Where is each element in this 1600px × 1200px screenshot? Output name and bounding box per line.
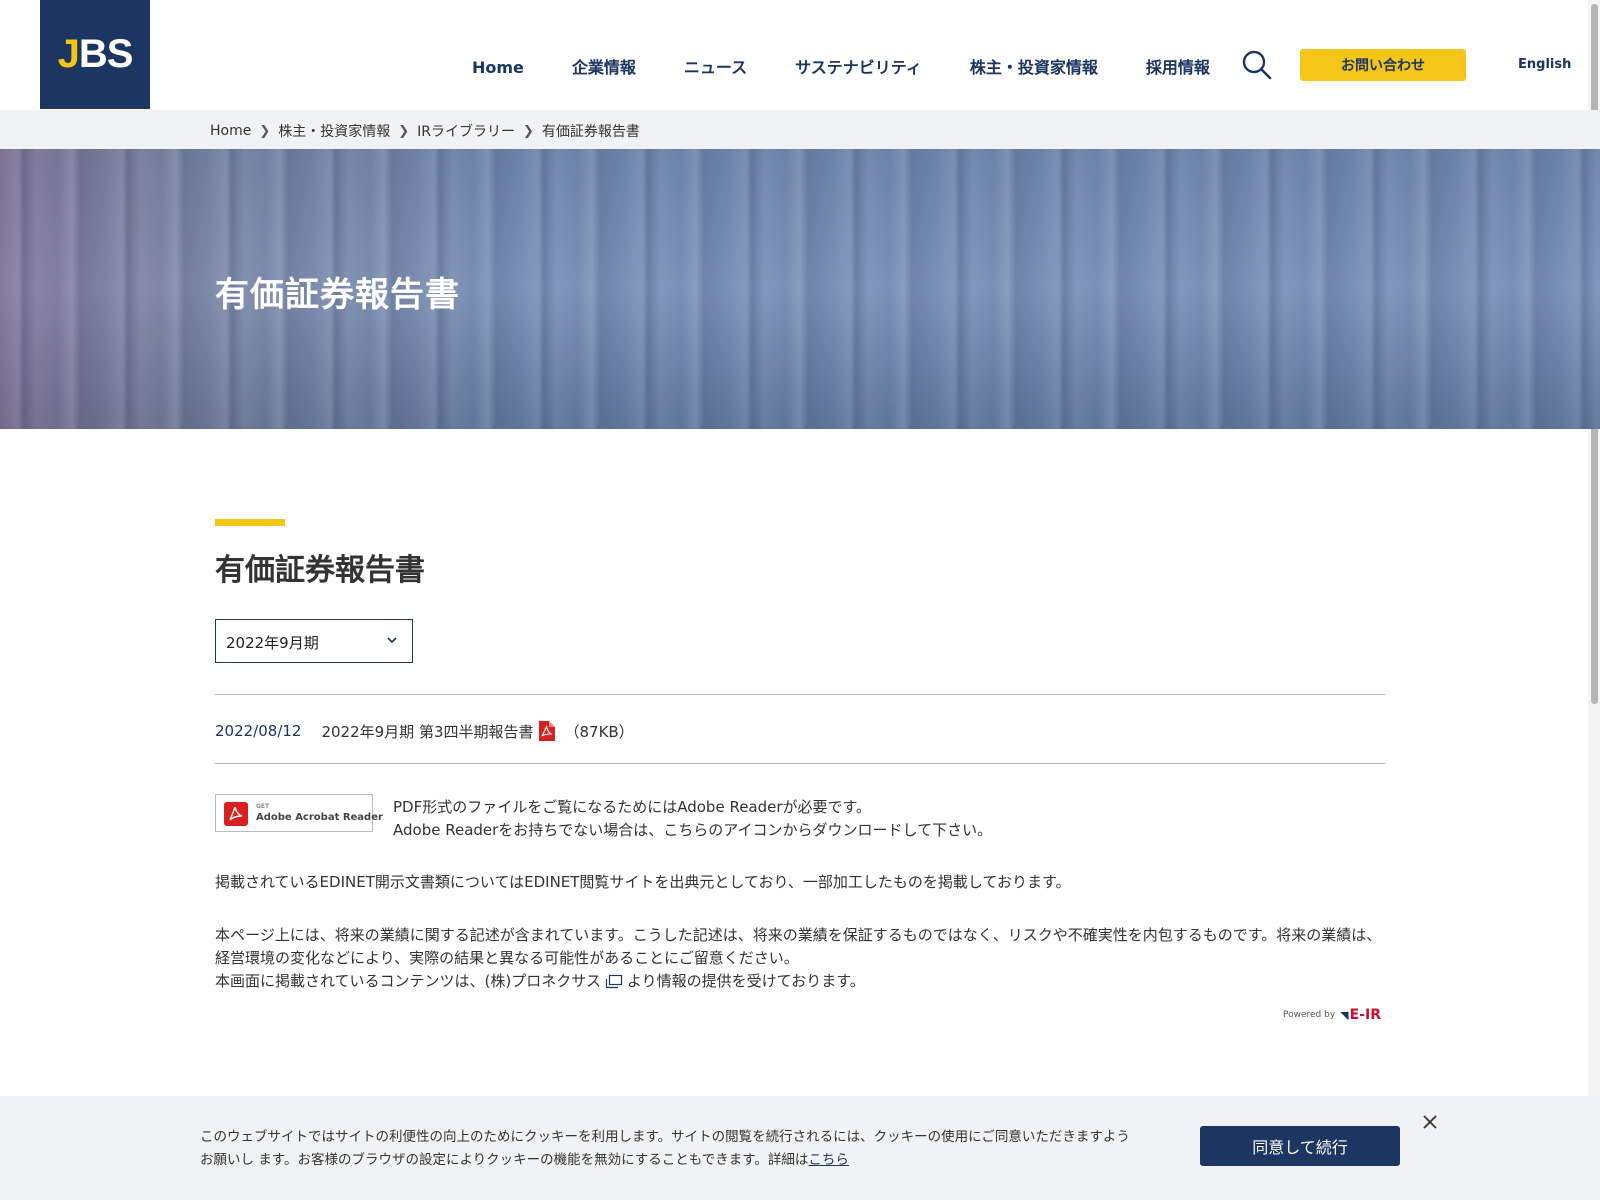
- cookie-details-link[interactable]: こちら: [808, 1152, 849, 1168]
- disclaimer: 本ページ上には、将来の業績に関する記述が含まれています。こうした記述は、将来の業…: [215, 924, 1385, 993]
- agree-continue-button[interactable]: 同意して続行: [1200, 1126, 1400, 1166]
- report-file-size: （87KB）: [564, 722, 634, 741]
- breadcrumb-ir-library[interactable]: IRライブラリー: [417, 121, 515, 141]
- chevron-right-icon: ❯: [259, 123, 271, 139]
- nav-home[interactable]: Home: [472, 58, 524, 78]
- adobe-reader-download-badge[interactable]: GET Adobe Acrobat Reader: [215, 794, 383, 832]
- chevron-right-icon: ❯: [398, 123, 410, 139]
- nav-sustainability[interactable]: サステナビリティ: [795, 58, 922, 78]
- close-icon[interactable]: [1421, 1113, 1439, 1131]
- cookie-message-text: このウェブサイトではサイトの利便性の向上のためにクッキーを利用します。サイトの閲…: [200, 1129, 1130, 1168]
- pdf-reader-note: PDF形式のファイルをご覧になるためにはAdobe Readerが必要です。 A…: [393, 796, 1293, 842]
- contact-button[interactable]: お問い合わせ: [1300, 49, 1466, 81]
- period-select-value: 2022年9月期: [226, 634, 319, 652]
- disclaimer-content-provided: より情報の提供を受けております。: [626, 972, 865, 990]
- disclaimer-content-source: 本画面に掲載されているコンテンツは、(株)プロネクサス: [215, 972, 601, 990]
- period-select[interactable]: 2022年9月期: [215, 619, 413, 663]
- pdf-note-line-2: Adobe Readerをお持ちでない場合は、こちらのアイコンからダウンロードし…: [393, 821, 993, 839]
- language-english-link[interactable]: English: [1518, 57, 1571, 72]
- eir-logo: E-IR: [1349, 1007, 1382, 1023]
- divider-bottom: [215, 763, 1385, 764]
- logo-j: J: [57, 32, 80, 76]
- nav-news[interactable]: ニュース: [684, 58, 747, 78]
- jbs-logo[interactable]: JBS: [40, 0, 150, 109]
- breadcrumb-bar: Home ❯ 株主・投資家情報 ❯ IRライブラリー ❯ 有価証券報告書: [0, 110, 1600, 150]
- breadcrumb: Home ❯ 株主・投資家情報 ❯ IRライブラリー ❯ 有価証券報告書: [210, 121, 640, 141]
- acrobat-label: Adobe Acrobat Reader: [256, 812, 383, 823]
- site-header: JBS Home 企業情報 ニュース サステナビリティ 株主・投資家情報 採用情…: [0, 0, 1600, 110]
- title-accent-bar: [215, 519, 285, 526]
- disclaimer-line-1: 本ページ上には、将来の業績に関する記述が含まれています。こうした記述は、将来の業…: [215, 926, 1382, 967]
- external-link-icon[interactable]: [605, 974, 623, 989]
- breadcrumb-home[interactable]: Home: [210, 123, 251, 139]
- acrobat-get-label: GET: [256, 803, 270, 810]
- report-date: 2022/08/12: [215, 722, 302, 740]
- search-icon[interactable]: [1240, 48, 1274, 82]
- chevron-down-icon: [387, 637, 397, 644]
- powered-by-eir[interactable]: Powered by ◥ E-IR: [1283, 1007, 1381, 1023]
- pdf-icon[interactable]: [538, 721, 555, 741]
- cookie-message: このウェブサイトではサイトの利便性の向上のためにクッキーを利用します。サイトの閲…: [200, 1126, 1130, 1172]
- logo-text: JBS: [57, 32, 134, 77]
- divider-top: [215, 694, 1385, 695]
- hero-banner: 有価証券報告書: [0, 149, 1600, 429]
- nav-company[interactable]: 企業情報: [572, 58, 636, 78]
- breadcrumb-ir[interactable]: 株主・投資家情報: [278, 121, 390, 141]
- cookie-banner: このウェブサイトではサイトの利便性の向上のためにクッキーを利用します。サイトの閲…: [0, 1096, 1600, 1200]
- report-row: 2022/08/12 2022年9月期 第3四半期報告書 （87KB）: [215, 718, 634, 744]
- nav-ir[interactable]: 株主・投資家情報: [970, 58, 1098, 78]
- eir-mark-icon: ◥: [1340, 1008, 1349, 1022]
- breadcrumb-current: 有価証券報告書: [541, 124, 640, 140]
- powered-by-label: Powered by: [1283, 1010, 1336, 1020]
- hero-title: 有価証券報告書: [215, 275, 460, 315]
- chevron-right-icon: ❯: [523, 123, 534, 139]
- pdf-note-line-1: PDF形式のファイルをご覧になるためにはAdobe Readerが必要です。: [393, 798, 872, 816]
- main-nav: Home 企業情報 ニュース サステナビリティ 株主・投資家情報 採用情報: [472, 58, 1210, 78]
- acrobat-icon: [224, 802, 248, 826]
- edinet-note: 掲載されているEDINET開示文書類についてはEDINET閲覧サイトを出典元とし…: [215, 873, 1071, 891]
- logo-bs: BS: [78, 32, 134, 76]
- nav-recruit[interactable]: 採用情報: [1146, 58, 1210, 78]
- disclaimer-line-2: 本画面に掲載されているコンテンツは、(株)プロネクサス より情報の提供を受けてお…: [215, 970, 1385, 993]
- page-title: 有価証券報告書: [215, 553, 425, 588]
- report-title-link[interactable]: 2022年9月期 第3四半期報告書: [321, 721, 533, 742]
